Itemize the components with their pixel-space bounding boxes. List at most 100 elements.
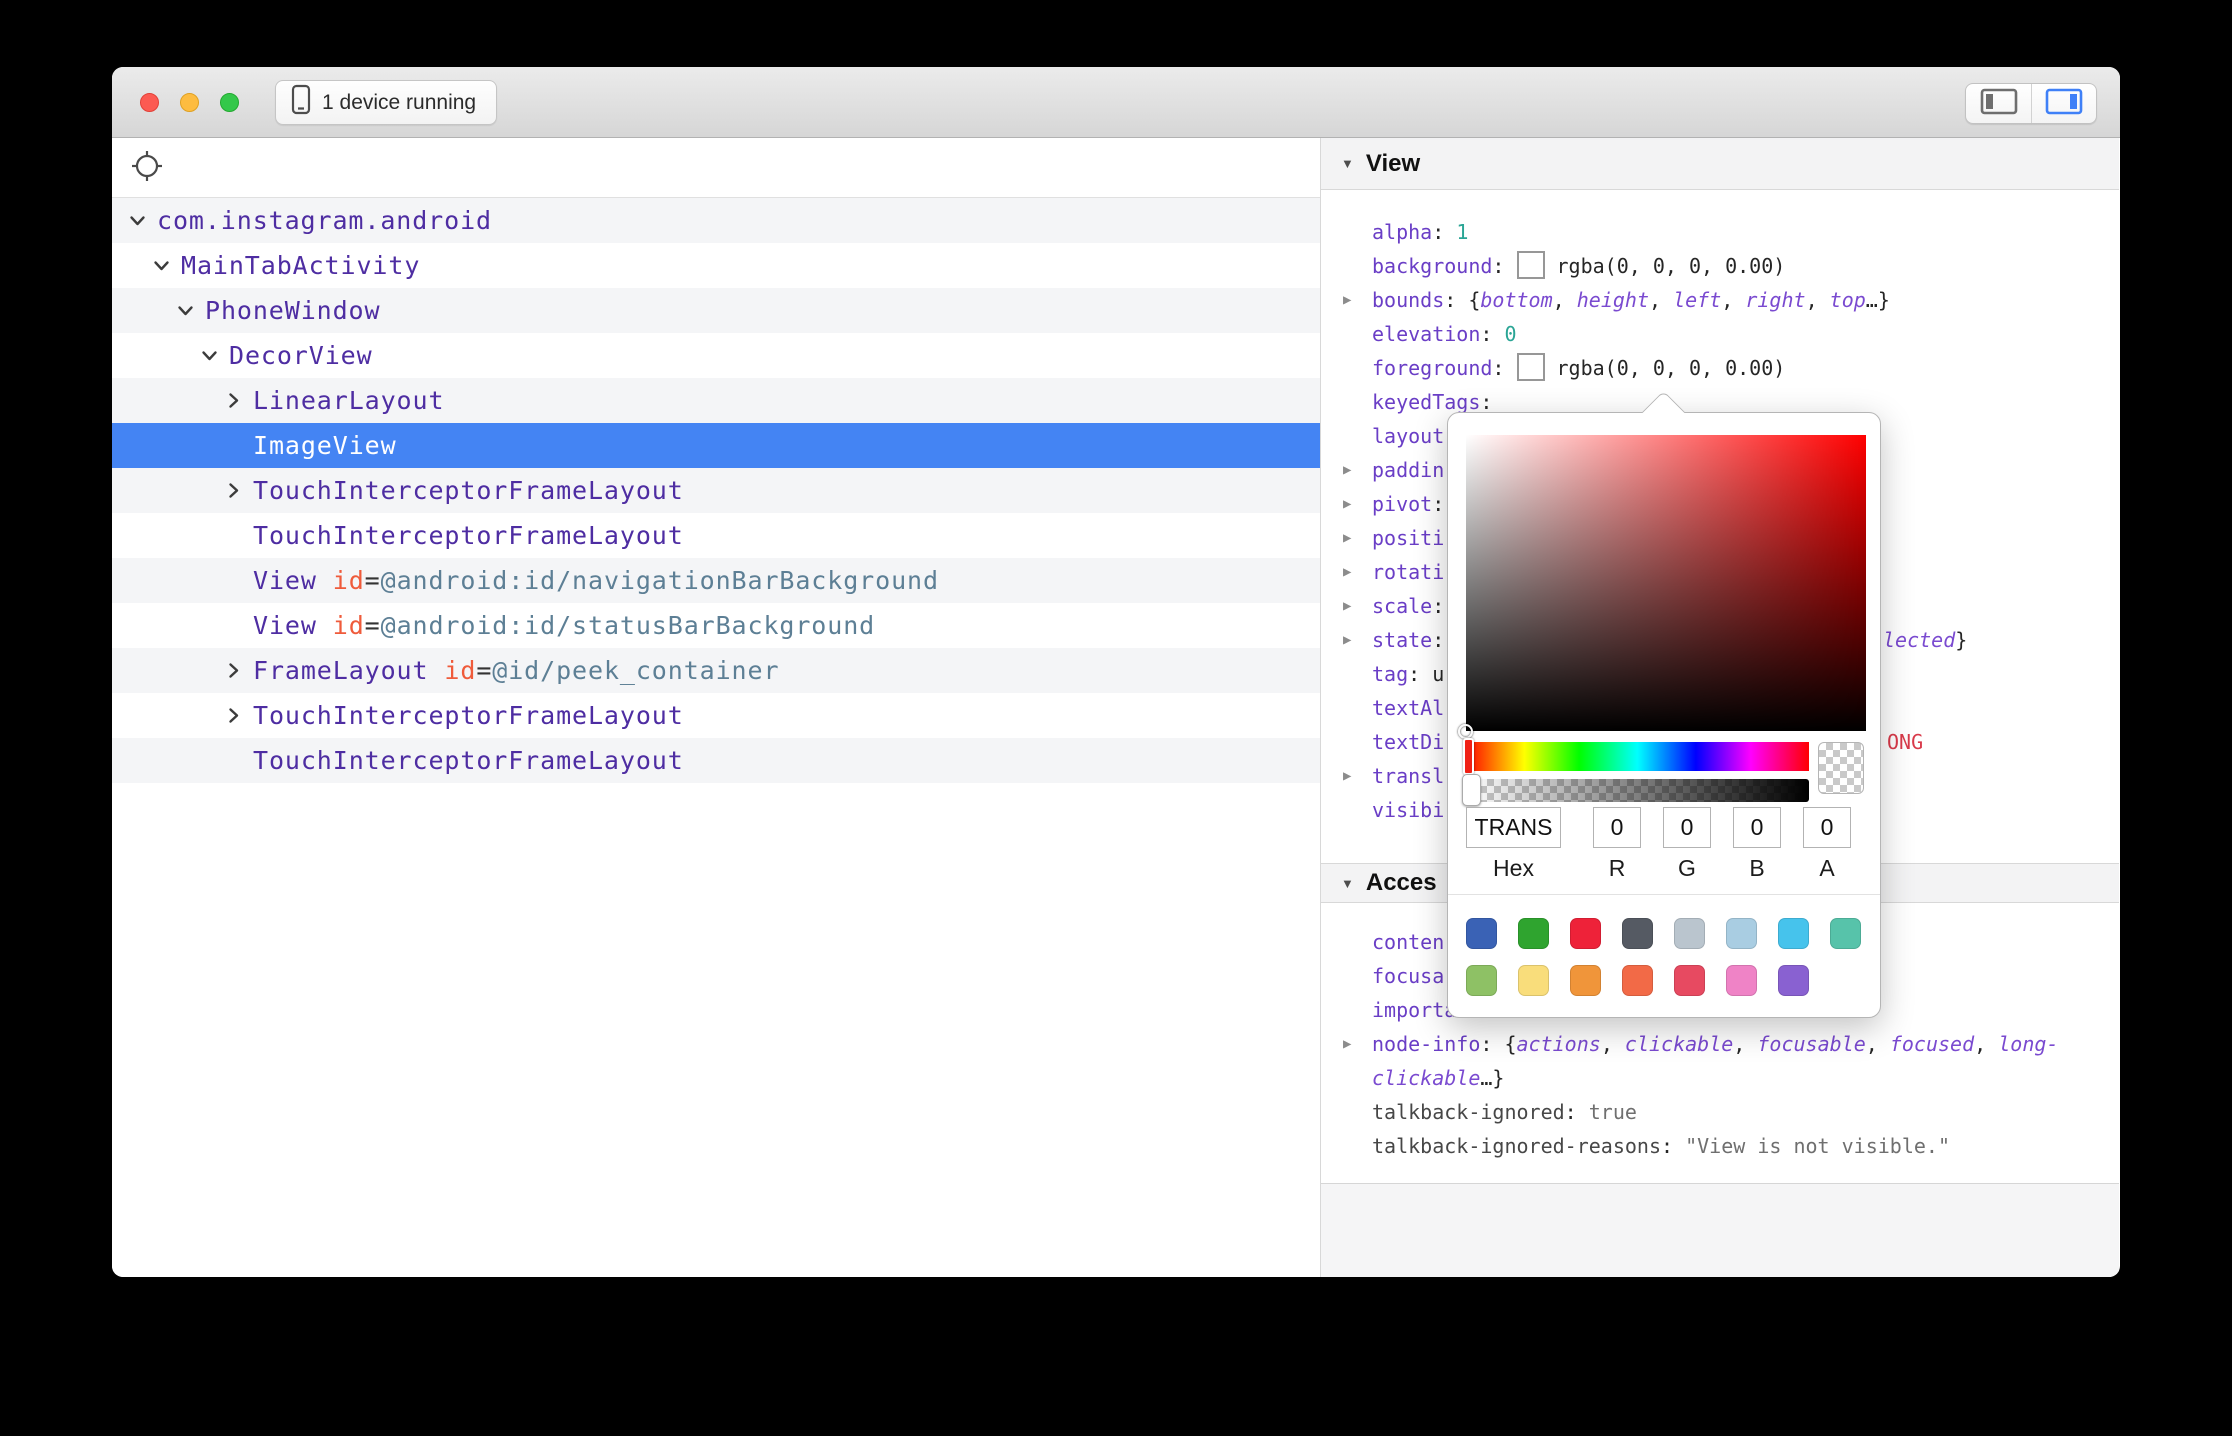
tree-row[interactable]: TouchInterceptorFrameLayout (112, 468, 1320, 513)
property-value-segment: rgba(0, 0, 0, 0.00) (1557, 356, 1786, 380)
property-colon: : (1480, 322, 1504, 346)
palette-swatch[interactable] (1570, 918, 1601, 949)
property-colon: : (1480, 1032, 1504, 1056)
property-row[interactable]: ▶bounds: {bottom, height, left, right, t… (1321, 283, 2119, 317)
property-row[interactable]: talkback-ignored-reasons: "View is not v… (1321, 1129, 2119, 1163)
tree-row[interactable]: ImageView (112, 423, 1320, 468)
tree-row[interactable]: View id=@android:id/navigationBarBackgro… (112, 558, 1320, 603)
alpha-slider[interactable] (1466, 779, 1809, 802)
device-status-label: 1 device running (322, 91, 476, 115)
disclosure-triangle-icon[interactable]: ▶ (1343, 283, 1351, 317)
divider (1448, 894, 1880, 895)
palette-swatch[interactable] (1830, 918, 1861, 949)
section-title: Acces (1366, 869, 1437, 897)
palette-swatch[interactable] (1674, 918, 1705, 949)
property-value-segment: actions (1517, 1032, 1601, 1056)
property-row[interactable]: foreground: rgba(0, 0, 0, 0.00) (1321, 351, 2119, 385)
color-swatch-inline[interactable] (1517, 251, 1545, 279)
tree-row[interactable]: com.instagram.android (112, 198, 1320, 243)
palette-swatch[interactable] (1726, 965, 1757, 996)
disclosure-triangle-icon[interactable]: ▶ (1343, 623, 1351, 657)
toggle-left-panel-button[interactable] (1966, 84, 2031, 123)
tree-node-label: LinearLayout (253, 386, 444, 415)
tree-node-label: ImageView (253, 431, 397, 460)
chevron-down-icon[interactable] (127, 211, 147, 231)
chevron-right-icon[interactable] (223, 481, 243, 501)
minimize-button[interactable] (180, 93, 199, 112)
palette-swatch[interactable] (1622, 965, 1653, 996)
property-value-segment: , (1806, 288, 1830, 312)
property-value-segment: height (1577, 288, 1649, 312)
disclosure-triangle-icon[interactable]: ▶ (1343, 759, 1351, 793)
tree-row[interactable]: TouchInterceptorFrameLayout (112, 513, 1320, 558)
tree-node-label: com.instagram.android (157, 206, 492, 235)
disclosure-triangle-icon[interactable]: ▶ (1343, 453, 1351, 487)
disclosure-triangle-icon[interactable]: ▶ (1343, 555, 1351, 589)
section-disclosure-icon[interactable]: ▼ (1341, 876, 1354, 891)
chevron-down-icon[interactable] (175, 301, 195, 321)
tree-row[interactable]: View id=@android:id/statusBarBackground (112, 603, 1320, 648)
tree-row[interactable]: TouchInterceptorFrameLayout (112, 738, 1320, 783)
tree-row[interactable]: DecorView (112, 333, 1320, 378)
chevron-down-icon[interactable] (151, 256, 171, 276)
property-row[interactable]: background: rgba(0, 0, 0, 0.00) (1321, 249, 2119, 283)
toggle-right-panel-button[interactable] (2031, 84, 2096, 123)
disclosure-triangle-icon[interactable]: ▶ (1343, 487, 1351, 521)
palette-swatch[interactable] (1726, 918, 1757, 949)
tree-row[interactable]: TouchInterceptorFrameLayout (112, 693, 1320, 738)
tree-node-attr-value: @android:id/navigationBarBackground (381, 566, 939, 595)
disclosure-triangle-icon[interactable]: ▶ (1343, 1027, 1351, 1061)
palette-swatch[interactable] (1778, 965, 1809, 996)
chevron-right-icon[interactable] (223, 706, 243, 726)
close-button[interactable] (140, 93, 159, 112)
palette-swatch[interactable] (1674, 965, 1705, 996)
tree-row[interactable]: MainTabActivity (112, 243, 1320, 288)
tree-row[interactable]: LinearLayout (112, 378, 1320, 423)
disclosure-triangle-icon[interactable]: ▶ (1343, 521, 1351, 555)
palette-swatch[interactable] (1622, 918, 1653, 949)
property-value-segment: left (1673, 288, 1721, 312)
tree-node-label: TouchInterceptorFrameLayout (253, 476, 684, 505)
tree-row[interactable]: PhoneWindow (112, 288, 1320, 333)
palette-swatch[interactable] (1518, 965, 1549, 996)
tree-node-attr: id (333, 611, 365, 640)
element-picker-button[interactable] (130, 151, 164, 185)
tree-node-attr: id (444, 656, 476, 685)
property-value-segment: bottom (1480, 288, 1552, 312)
palette-swatch[interactable] (1466, 918, 1497, 949)
r-label: R (1593, 855, 1641, 882)
palette-swatch[interactable] (1778, 918, 1809, 949)
alpha-slider-thumb[interactable] (1462, 774, 1481, 806)
saturation-cursor[interactable] (1458, 724, 1473, 739)
disclosure-triangle-icon[interactable]: ▶ (1343, 589, 1351, 623)
palette-swatch[interactable] (1466, 965, 1497, 996)
alpha-gradient (1466, 779, 1809, 802)
hue-slider[interactable] (1466, 742, 1809, 771)
alpha-input[interactable] (1803, 807, 1851, 848)
property-row[interactable]: alpha: 1 (1321, 215, 2119, 249)
property-row[interactable]: elevation: 0 (1321, 317, 2119, 351)
chevron-down-icon[interactable] (199, 346, 219, 366)
red-input[interactable] (1593, 807, 1641, 848)
property-key: background (1372, 254, 1492, 278)
hex-input[interactable] (1466, 807, 1561, 848)
tree-row[interactable]: FrameLayout id=@id/peek_container (112, 648, 1320, 693)
palette-swatch[interactable] (1518, 918, 1549, 949)
property-row[interactable]: talkback-ignored: true (1321, 1095, 2119, 1129)
hue-slider-thumb[interactable] (1463, 738, 1474, 775)
left-panel-icon (1979, 87, 2019, 121)
property-key: tag (1372, 662, 1408, 686)
section-disclosure-icon[interactable]: ▼ (1341, 156, 1354, 171)
device-status-button[interactable]: 1 device running (275, 80, 497, 125)
chevron-right-icon[interactable] (223, 391, 243, 411)
section-view-header[interactable]: ▼ View (1321, 138, 2119, 190)
palette-swatch[interactable] (1570, 965, 1601, 996)
chevron-right-icon[interactable] (223, 661, 243, 681)
saturation-brightness-area[interactable] (1466, 435, 1866, 731)
blue-input[interactable] (1733, 807, 1781, 848)
property-row[interactable]: ▶node-info: {actions, clickable, focusab… (1321, 1027, 2119, 1095)
tree-node-eq: = (476, 656, 492, 685)
green-input[interactable] (1663, 807, 1711, 848)
color-swatch-inline[interactable] (1517, 353, 1545, 381)
zoom-button[interactable] (220, 93, 239, 112)
